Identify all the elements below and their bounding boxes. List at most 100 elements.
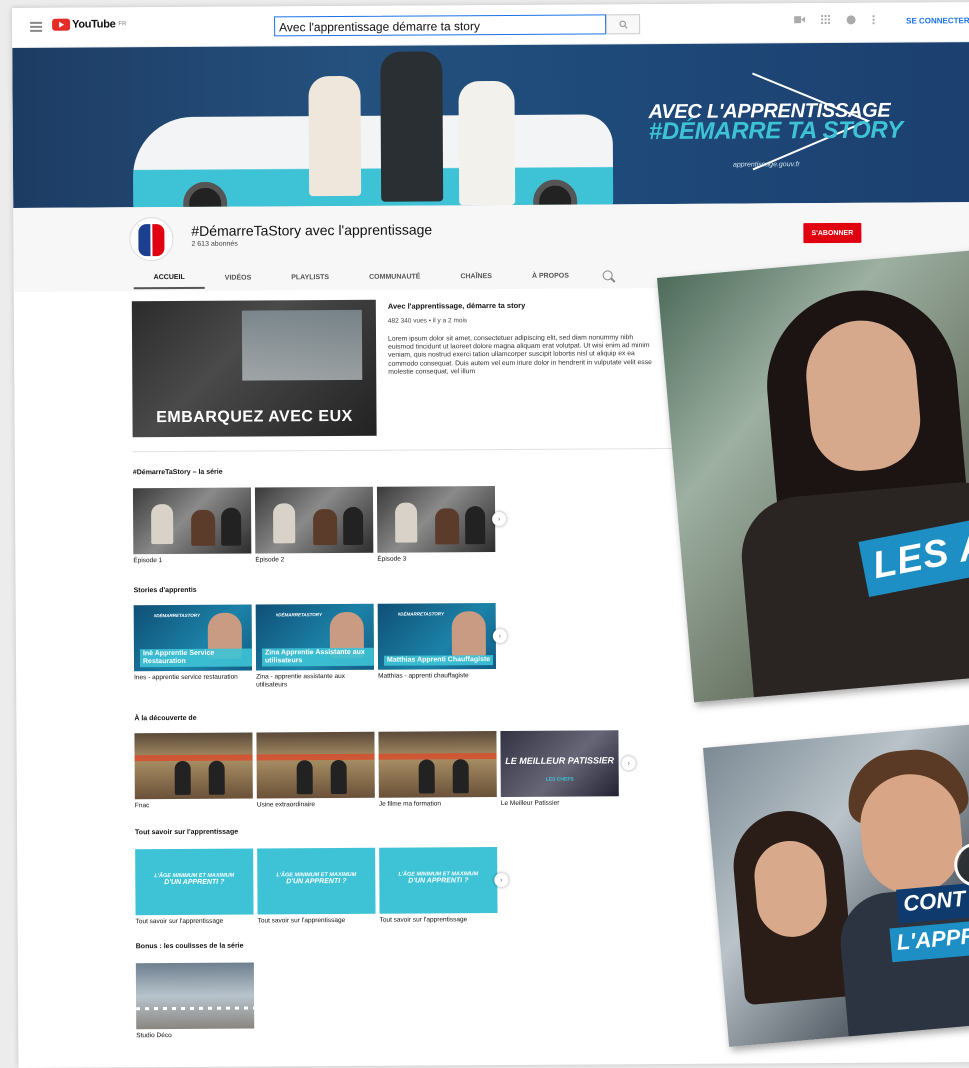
youtube-logo-text: YouTube: [72, 18, 116, 31]
thumbnail-title: LE MEILLEUR PATISSIER: [505, 755, 614, 767]
video-card[interactable]: Épisode 2: [254, 486, 374, 565]
banner-slogan-line2: #DÉMARRE TA STORY: [648, 116, 903, 146]
region-code: FR: [118, 21, 127, 28]
video-card[interactable]: L'ÂGE MINIMUM ET MAXIMUM D'UN APPRENTI ? …: [379, 847, 498, 925]
thumbnail-logo: #DÉMARRETASTORY: [275, 612, 322, 618]
video-title[interactable]: Tout savoir sur l'apprentissage: [136, 918, 254, 927]
video-card[interactable]: Épisode 1: [132, 487, 252, 566]
channel-title: #DémarreTaStory avec l'apprentissage: [191, 221, 433, 239]
video-thumbnail[interactable]: #DÉMARRETASTORY Matthias Apprenti Chauff…: [377, 603, 497, 670]
section-title[interactable]: À la découverte de: [134, 715, 196, 722]
tab-videos[interactable]: VIDÉOS: [205, 266, 272, 288]
video-thumbnail[interactable]: [134, 732, 253, 800]
video-title[interactable]: Tout savoir sur l'apprentissage: [380, 916, 498, 925]
video-card[interactable]: LE MEILLEUR PATISSIER LES CHEFS Le Meill…: [500, 730, 619, 808]
toolbar-icons: [794, 15, 875, 25]
sign-in-button[interactable]: SE CONNECTER: [906, 16, 969, 25]
banner-url: apprentissage.gouv.fr: [732, 161, 800, 169]
shelf-stories: #DÉMARRETASTORY Inè Apprentie Service Re…: [133, 603, 497, 691]
channel-avatar[interactable]: [129, 217, 174, 262]
tab-accueil[interactable]: ACCUEIL: [133, 266, 205, 290]
video-thumbnail[interactable]: #DÉMARRETASTORY Zina Apprentie Assistant…: [255, 603, 375, 671]
shelf-next-arrow-icon[interactable]: ›: [621, 756, 636, 771]
tab-communaute[interactable]: COMMUNAUTÉ: [349, 265, 440, 288]
video-thumbnail[interactable]: [132, 487, 252, 555]
video-title[interactable]: Ines - apprentie service restauration: [134, 674, 252, 683]
video-title[interactable]: Je filme ma formation: [379, 800, 497, 809]
youtube-play-icon: [52, 18, 71, 31]
section-title[interactable]: Stories d'apprentis: [134, 587, 197, 594]
tab-playlists[interactable]: PLAYLISTS: [271, 266, 349, 288]
banner-person-image: [380, 51, 444, 202]
video-title[interactable]: Épisode 1: [133, 557, 251, 566]
featured-video-thumbnail[interactable]: EMBARQUEZ AVEC EUX: [131, 299, 377, 438]
video-card[interactable]: Studio Déco: [135, 962, 255, 1041]
top-bar: YouTube FR Avec l'apprentissage démarre …: [12, 2, 969, 48]
thumbnail-logo: #DÉMARRETASTORY: [153, 612, 200, 619]
section-title[interactable]: Bonus : les coulisses de la série: [136, 943, 244, 951]
shelf-next-arrow-icon[interactable]: ›: [492, 628, 507, 644]
youtube-logo[interactable]: YouTube FR: [52, 18, 127, 31]
thumbnail-text: L'ÂGE MINIMUM ET MAXIMUM D'UN APPRENTI ?: [154, 872, 235, 886]
video-title[interactable]: Usine extraordinaire: [257, 801, 375, 810]
video-thumbnail[interactable]: [256, 731, 375, 799]
search-icon: [618, 20, 628, 29]
create-video-icon[interactable]: [794, 15, 806, 24]
featured-video-meta: 482 340 vues • il y a 2 mois: [387, 317, 468, 325]
shelf-next-arrow-icon[interactable]: ›: [494, 872, 509, 888]
video-title[interactable]: Matthias - apprenti chauffagiste: [378, 672, 496, 681]
shelf-serie: Épisode 1 Épisode 2 Épisode 3: [132, 486, 496, 566]
video-card[interactable]: Je filme ma formation: [378, 731, 497, 809]
search-input[interactable]: Avec l'apprentissage démarre ta story: [274, 14, 607, 37]
video-card[interactable]: Usine extraordinaire: [256, 731, 375, 810]
section-title[interactable]: Tout savoir sur l'apprentissage: [135, 829, 238, 837]
shelf-bonus: Studio Déco: [135, 962, 255, 1041]
video-title[interactable]: Fnac: [135, 802, 253, 811]
video-title[interactable]: Le Meilleur Patissier: [501, 799, 619, 808]
more-options-icon[interactable]: [872, 15, 875, 25]
featured-video-description: Lorem ipsum dolor sit amet, consectetuer…: [388, 334, 652, 376]
channel-search-icon[interactable]: [602, 270, 613, 281]
thumbnail-name-tag: Inè Apprentie Service Restauration: [139, 648, 253, 668]
video-card[interactable]: L'ÂGE MINIMUM ET MAXIMUM D'UN APPRENTI ? …: [257, 847, 376, 926]
section-title[interactable]: #DémarreTaStory – la série: [133, 469, 223, 477]
video-card[interactable]: #DÉMARRETASTORY Zina Apprentie Assistant…: [255, 603, 375, 690]
video-thumbnail[interactable]: [378, 731, 497, 798]
featured-thumbnail-caption: EMBARQUEZ AVEC EUX: [156, 407, 353, 427]
thumbnail-name-tag: Zina Apprentie Assistante aux utilisateu…: [261, 647, 375, 667]
search-button[interactable]: [606, 14, 641, 35]
video-thumbnail[interactable]: L'ÂGE MINIMUM ET MAXIMUM D'UN APPRENTI ?: [379, 847, 498, 914]
video-card[interactable]: Épisode 3: [376, 486, 496, 564]
video-card[interactable]: #DÉMARRETASTORY Matthias Apprenti Chauff…: [377, 603, 497, 689]
hamburger-menu-icon[interactable]: [30, 21, 43, 32]
promo-photo-duo: CONT L'APPR: [703, 721, 969, 1047]
video-title[interactable]: Studio Déco: [136, 1032, 254, 1041]
featured-video-title[interactable]: Avec l'apprentissage, démarre ta story: [388, 301, 525, 311]
video-title[interactable]: Épisode 3: [377, 555, 495, 564]
video-title[interactable]: Épisode 2: [255, 556, 373, 565]
subscribe-button[interactable]: S'ABONNER: [803, 222, 862, 244]
video-thumbnail[interactable]: #DÉMARRETASTORY Inè Apprentie Service Re…: [133, 604, 253, 672]
banner-slogan: AVEC L'APPRENTISSAGE #DÉMARRE TA STORY: [648, 100, 903, 146]
video-thumbnail[interactable]: LE MEILLEUR PATISSIER LES CHEFS: [500, 730, 619, 798]
tab-a-propos[interactable]: À PROPOS: [512, 264, 589, 286]
video-card[interactable]: Fnac: [134, 732, 253, 811]
video-thumbnail[interactable]: [254, 486, 374, 554]
banner-person-image: [308, 75, 362, 197]
video-thumbnail[interactable]: [135, 962, 255, 1030]
shelf-next-arrow-icon[interactable]: ›: [492, 511, 507, 527]
section-divider: [132, 447, 673, 453]
video-thumbnail[interactable]: [376, 486, 496, 553]
thumbnail-portrait: [451, 611, 486, 658]
thumbnail-name-tag: Matthias Apprenti Chauffagiste: [383, 655, 494, 666]
video-thumbnail[interactable]: L'ÂGE MINIMUM ET MAXIMUM D'UN APPRENTI ?: [257, 847, 376, 915]
video-card[interactable]: L'ÂGE MINIMUM ET MAXIMUM D'UN APPRENTI ? …: [135, 848, 254, 927]
apps-grid-icon[interactable]: [821, 15, 831, 25]
video-title[interactable]: Tout savoir sur l'apprentissage: [258, 917, 376, 926]
messages-icon[interactable]: [846, 15, 856, 25]
shelf-tout-savoir: L'ÂGE MINIMUM ET MAXIMUM D'UN APPRENTI ? …: [135, 847, 498, 927]
video-card[interactable]: #DÉMARRETASTORY Inè Apprentie Service Re…: [133, 604, 253, 691]
video-title[interactable]: Zina - apprentie assistante aux utilisat…: [256, 673, 374, 690]
tab-chaines[interactable]: CHAÎNES: [440, 265, 512, 287]
video-thumbnail[interactable]: L'ÂGE MINIMUM ET MAXIMUM D'UN APPRENTI ?: [135, 848, 254, 916]
